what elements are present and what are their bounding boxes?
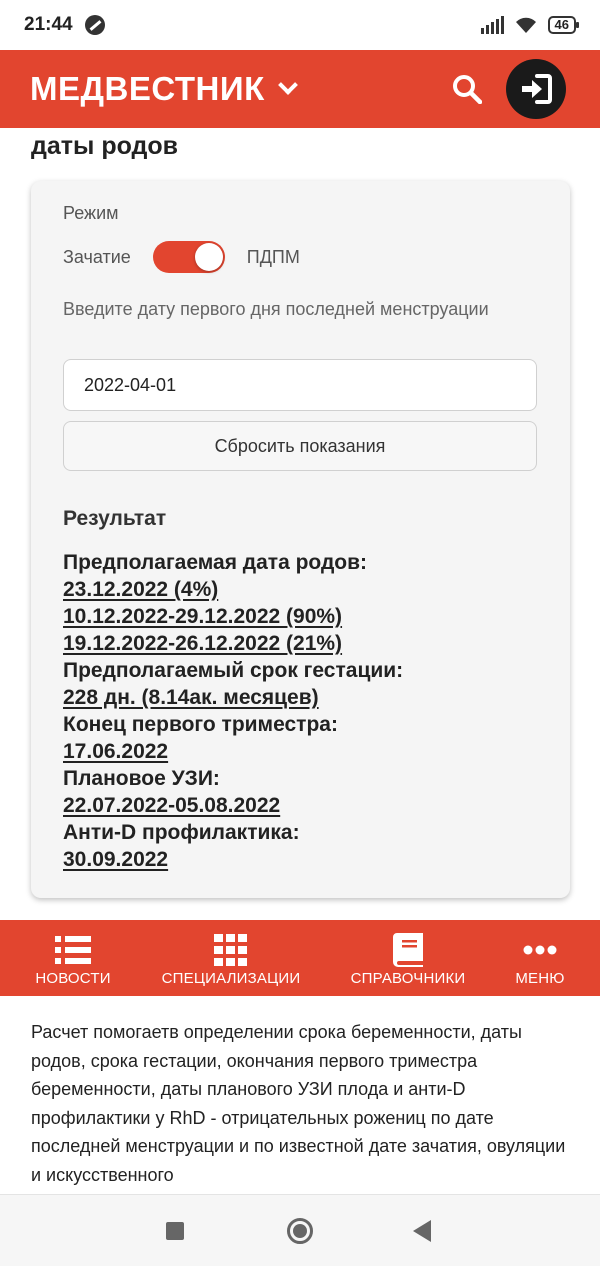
wifi-icon [515,17,536,33]
calculator-card: Режим Зачатие ПДПМ Введите дату первого … [31,181,570,898]
recent-apps-icon[interactable] [166,1222,184,1240]
mode-label: Режим [63,203,119,223]
nav-specializations[interactable]: СПЕЦИАЛИЗАЦИИ [161,920,301,996]
result-label: Плановое УЗИ: [63,767,220,790]
result-value[interactable]: 228 дн. (8.14ак. месяцев) [63,684,403,711]
result-value[interactable]: 22.07.2022-05.08.2022 [63,792,403,819]
result-title: Результат [63,507,167,530]
result-label: Анти-D профилактика: [63,821,300,844]
result-value[interactable]: 10.12.2022-29.12.2022 (90%) [63,603,403,630]
result-value[interactable]: 23.12.2022 (4%) [63,576,403,603]
nav-specializations-label: СПЕЦИАЛИЗАЦИИ [161,970,301,987]
grid-icon [214,934,247,966]
login-button[interactable] [506,59,566,119]
chevron-down-icon[interactable] [277,75,298,95]
home-icon[interactable] [287,1218,313,1244]
page-title: даты родов [31,132,179,160]
toggle-right-label: ПДПМ [246,246,300,267]
battery-icon: 46 [547,16,580,34]
status-icons: 46 [480,16,580,34]
system-navigation-bar [0,1194,600,1266]
result-label: Предполагаемая дата родов: [63,551,368,574]
list-icon [55,936,91,964]
mode-switch-row: Зачатие ПДПМ [63,241,300,273]
nav-news-label: НОВОСТИ [35,970,111,987]
result-value[interactable]: 19.12.2022-26.12.2022 (21%) [63,630,403,657]
date-input[interactable]: 2022-04-01 [63,359,537,411]
book-icon [393,933,423,967]
description-text: Расчет помогаетв определении срока берем… [31,1022,566,1185]
nav-handbooks[interactable]: СПРАВОЧНИКИ [350,920,466,996]
clock: 21:44 [24,14,73,35]
mode-toggle[interactable] [152,241,225,273]
bottom-navigation: НОВОСТИ СПЕЦИАЛИЗАЦИИ СПРАВОЧНИКИ МЕНЮ [0,920,600,996]
nav-menu[interactable]: МЕНЮ [515,920,565,996]
login-icon [522,74,552,104]
search-icon[interactable] [452,74,482,104]
result-label: Конец первого триместра: [63,713,338,736]
reset-button[interactable]: Сбросить показания [63,421,537,471]
do-not-disturb-icon [84,15,105,35]
status-bar: 21:44 46 [0,0,600,50]
toggle-left-label: Зачатие [63,246,131,267]
date-field-label: Введите дату первого дня последней менст… [63,299,489,319]
more-icon [523,945,557,955]
result-value[interactable]: 17.06.2022 [63,738,403,765]
results-list: Предполагаемая дата родов: 23.12.2022 (4… [63,549,403,873]
nav-news[interactable]: НОВОСТИ [35,920,111,996]
nav-menu-label: МЕНЮ [515,970,565,987]
back-icon[interactable] [413,1220,431,1242]
result-label: Предполагаемый срок гестации: [63,659,404,682]
toggle-knob [194,243,223,271]
app-header: МЕДВЕСТНИК [0,50,600,128]
site-logo[interactable]: МЕДВЕСТНИК [30,70,265,108]
signal-icon [480,16,504,34]
nav-handbooks-label: СПРАВОЧНИКИ [350,970,466,987]
result-value[interactable]: 30.09.2022 [63,846,403,873]
